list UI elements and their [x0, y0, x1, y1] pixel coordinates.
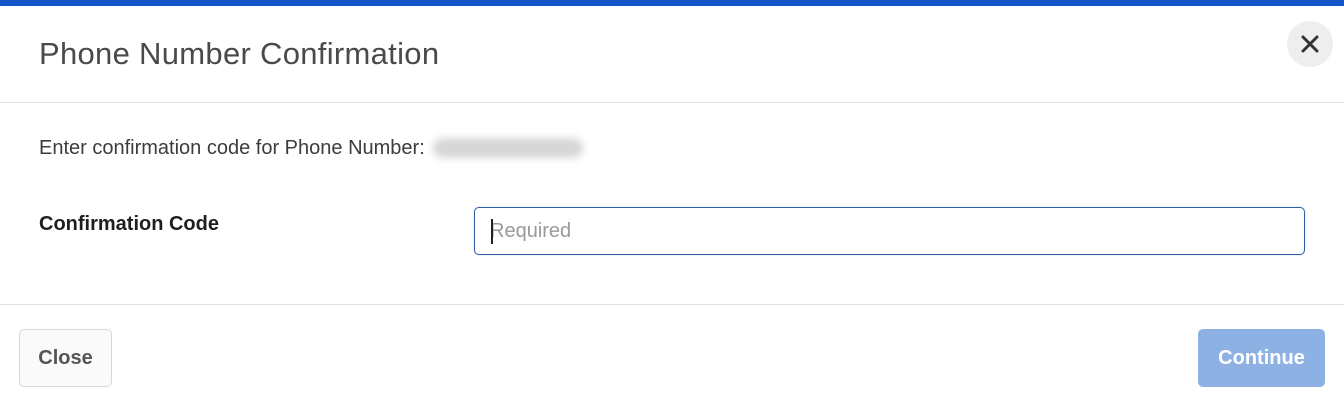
continue-button[interactable]: Continue	[1198, 329, 1325, 387]
prompt-text: Enter confirmation code for Phone Number…	[39, 136, 425, 159]
confirmation-code-input[interactable]	[474, 207, 1305, 255]
dialog-header: Phone Number Confirmation	[0, 6, 1344, 103]
confirmation-code-label: Confirmation Code	[39, 213, 219, 235]
dialog-title: Phone Number Confirmation	[39, 36, 440, 71]
close-button[interactable]: Close	[19, 329, 112, 387]
text-caret	[491, 219, 493, 244]
phone-number-value	[432, 138, 583, 158]
close-dialog-button[interactable]	[1287, 21, 1333, 67]
prompt-row: Enter confirmation code for Phone Number…	[39, 136, 583, 160]
phone-confirmation-dialog: Phone Number Confirmation Enter confirma…	[0, 0, 1344, 407]
dialog-footer: Close Continue	[0, 305, 1344, 407]
dialog-body: Enter confirmation code for Phone Number…	[0, 103, 1344, 305]
close-icon	[1301, 35, 1319, 53]
